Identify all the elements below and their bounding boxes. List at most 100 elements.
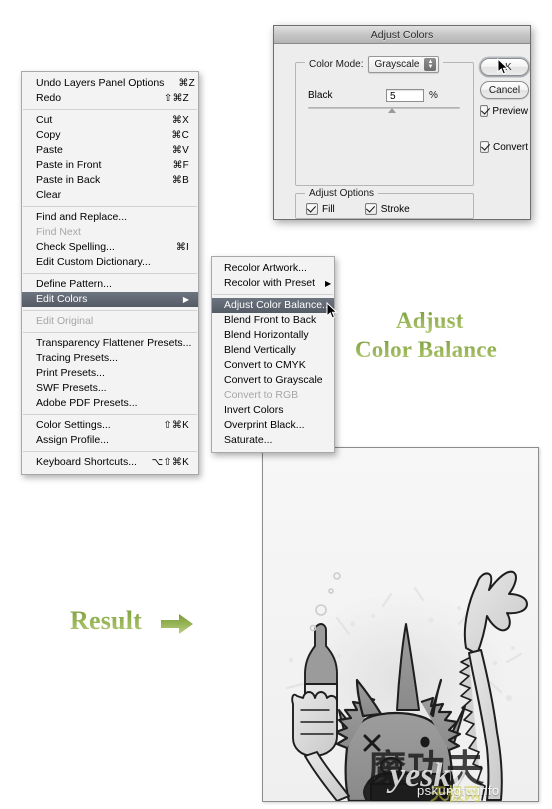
adjust-options-legend: Adjust Options xyxy=(305,188,379,199)
menu-item-label: Define Pattern... xyxy=(36,278,112,290)
menu-item-undo-layers-panel-options[interactable]: Undo Layers Panel Options ⌘Z xyxy=(22,76,198,91)
menu-item-keyboard-shortcuts[interactable]: Keyboard Shortcuts... ⌥⇧⌘K xyxy=(22,455,198,470)
result-illustration xyxy=(262,447,539,802)
preview-label: Preview xyxy=(492,105,528,117)
menu-item-paste[interactable]: Paste ⌘V xyxy=(22,143,198,158)
menu-item-find-and-replace[interactable]: Find and Replace... xyxy=(22,210,198,225)
menu-item-shortcut: ⌘B xyxy=(171,175,189,186)
submenu-item-recolor-with-preset[interactable]: Recolor with Preset ▶ xyxy=(212,276,334,291)
menu-item-label: Adjust Color Balance... xyxy=(224,299,331,311)
submenu-item-invert-colors[interactable]: Invert Colors xyxy=(212,403,334,418)
menu-item-copy[interactable]: Copy ⌘C xyxy=(22,128,198,143)
submenu-item-convert-to-grayscale[interactable]: Convert to Grayscale xyxy=(212,373,334,388)
menu-item-find-next: Find Next xyxy=(22,225,198,240)
edit-colors-submenu[interactable]: Recolor Artwork... Recolor with Preset ▶ Ad… xyxy=(211,256,335,453)
fill-checkbox[interactable]: Fill xyxy=(306,203,335,215)
ok-button[interactable]: OK xyxy=(480,58,529,76)
submenu-item-recolor-artwork[interactable]: Recolor Artwork... xyxy=(212,261,334,276)
menu-item-shortcut: ⌘Z xyxy=(178,78,195,89)
edit-menu[interactable]: Undo Layers Panel Options ⌘Z Redo ⇧⌘Z Cut ⌘X C… xyxy=(21,71,199,475)
menu-item-label: Saturate... xyxy=(224,434,273,446)
convert-checkbox[interactable]: Convert xyxy=(480,141,528,153)
submenu-item-blend-horizontally[interactable]: Blend Horizontally xyxy=(212,328,334,343)
black-slider-track[interactable] xyxy=(308,107,460,109)
menu-item-label: Convert to CMYK xyxy=(224,359,306,371)
menu-item-label: Color Settings... xyxy=(36,419,111,431)
menu-item-define-pattern[interactable]: Define Pattern... xyxy=(22,277,198,292)
menu-item-label: Overprint Black... xyxy=(224,419,305,431)
menu-item-label: Recolor with Preset xyxy=(224,277,316,289)
menu-separator xyxy=(23,273,197,274)
dialog-title: Adjust Colors xyxy=(370,28,434,41)
color-mode-label: Color Mode: xyxy=(309,59,364,70)
menu-item-label: Print Presets... xyxy=(36,367,105,379)
menu-item-label: Transparency Flattener Presets... xyxy=(36,337,192,349)
black-slider-thumb[interactable] xyxy=(388,108,396,113)
adjust-colors-dialog[interactable]: Adjust Colors Color Mode: Grayscale ▲ ▼ B… xyxy=(273,25,531,220)
annotation-result: Result xyxy=(70,606,142,635)
menu-item-shortcut: ⇧⌘Z xyxy=(163,93,189,104)
submenu-item-convert-to-cmyk[interactable]: Convert to CMYK xyxy=(212,358,334,373)
menu-item-shortcut: ⌘I xyxy=(175,242,189,253)
black-label: Black xyxy=(308,90,333,101)
black-value-input[interactable]: 5 xyxy=(386,89,424,102)
stroke-checkbox[interactable]: Stroke xyxy=(364,203,410,215)
menu-item-label: Keyboard Shortcuts... xyxy=(36,456,137,468)
dialog-body: Color Mode: Grayscale ▲ ▼ Black 5 % Adjus… xyxy=(274,44,530,219)
color-mode-group: Color Mode: Grayscale ▲ ▼ Black 5 % xyxy=(295,56,474,186)
convert-label: Convert xyxy=(492,141,528,153)
menu-item-label: Adobe PDF Presets... xyxy=(36,397,138,409)
menu-item-transparency-flattener-presets[interactable]: Transparency Flattener Presets... xyxy=(22,336,198,351)
chevron-right-icon: ▶ xyxy=(182,294,189,304)
chevron-right-icon: ▶ xyxy=(325,278,332,288)
menu-item-shortcut: ⌥⇧⌘K xyxy=(151,457,189,468)
menu-item-swf-presets[interactable]: SWF Presets... xyxy=(22,381,198,396)
color-mode-select[interactable]: Grayscale ▲ ▼ xyxy=(368,56,440,73)
submenu-item-convert-to-rgb: Convert to RGB xyxy=(212,388,334,403)
fill-label: Fill xyxy=(322,203,335,215)
menu-item-tracing-presets[interactable]: Tracing Presets... xyxy=(22,351,198,366)
menu-item-shortcut: ⌘F xyxy=(172,160,189,171)
menu-item-label: Check Spelling... xyxy=(36,241,115,253)
monster-artwork xyxy=(263,448,538,801)
submenu-item-adjust-color-balance[interactable]: Adjust Color Balance... xyxy=(212,298,334,313)
menu-item-paste-in-front[interactable]: Paste in Front ⌘F xyxy=(22,158,198,173)
color-mode-legend: Color Mode: Grayscale ▲ ▼ xyxy=(305,56,444,73)
dialog-titlebar[interactable]: Adjust Colors xyxy=(274,26,530,44)
arrow-right-icon xyxy=(161,614,193,634)
menu-item-print-presets[interactable]: Print Presets... xyxy=(22,366,198,381)
menu-item-label: Paste in Back xyxy=(36,174,101,186)
menu-item-paste-in-back[interactable]: Paste in Back ⌘B xyxy=(22,173,198,188)
menu-item-edit-custom-dictionary[interactable]: Edit Custom Dictionary... xyxy=(22,255,198,270)
menu-item-color-settings[interactable]: Color Settings... ⇧⌘K xyxy=(22,418,198,433)
menu-item-adobe-pdf-presets[interactable]: Adobe PDF Presets... xyxy=(22,396,198,411)
submenu-item-saturate[interactable]: Saturate... xyxy=(212,433,334,448)
annotation-color-balance: Color Balance xyxy=(355,337,498,362)
adjust-options-checkbox-row: Fill Stroke xyxy=(306,203,410,215)
menu-item-label: Edit Original xyxy=(36,315,94,327)
dialog-actions: OK Cancel Preview Convert xyxy=(480,58,529,153)
menu-item-label: Copy xyxy=(36,129,61,141)
submenu-item-overprint-black[interactable]: Overprint Black... xyxy=(212,418,334,433)
menu-item-label: Assign Profile... xyxy=(36,434,109,446)
submenu-item-blend-vertically[interactable]: Blend Vertically xyxy=(212,343,334,358)
checkmark-icon xyxy=(364,203,377,215)
menu-separator xyxy=(23,206,197,207)
menu-item-label: Invert Colors xyxy=(224,404,284,416)
preview-checkbox[interactable]: Preview xyxy=(480,105,528,117)
menu-item-label: Clear xyxy=(36,189,62,201)
menu-item-redo[interactable]: Redo ⇧⌘Z xyxy=(22,91,198,106)
menu-item-shortcut: ⇧⌘K xyxy=(163,420,189,431)
menu-item-shortcut: ⌘V xyxy=(171,145,189,156)
menu-item-check-spelling[interactable]: Check Spelling... ⌘I xyxy=(22,240,198,255)
submenu-item-blend-front-to-back[interactable]: Blend Front to Back xyxy=(212,313,334,328)
checkmark-icon xyxy=(480,141,489,153)
menu-item-cut[interactable]: Cut ⌘X xyxy=(22,113,198,128)
menu-separator xyxy=(23,310,197,311)
menu-item-assign-profile[interactable]: Assign Profile... xyxy=(22,433,198,448)
menu-item-edit-colors[interactable]: Edit Colors ▶ xyxy=(22,292,198,307)
menu-separator xyxy=(23,109,197,110)
menu-item-clear[interactable]: Clear xyxy=(22,188,198,203)
menu-item-edit-original: Edit Original xyxy=(22,314,198,329)
cancel-button[interactable]: Cancel xyxy=(480,81,529,99)
